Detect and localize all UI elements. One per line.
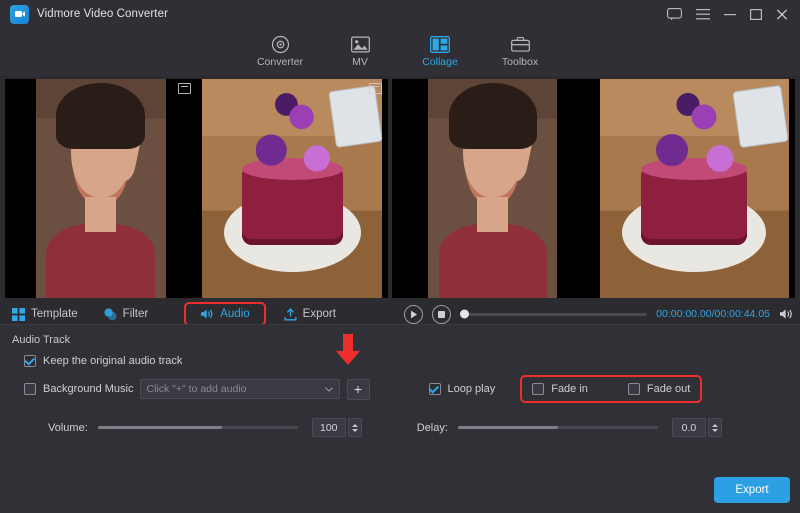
fade-in-group[interactable]: Fade in bbox=[532, 383, 588, 395]
playback-time: 00:00:00.00/00:00:44.05 bbox=[656, 308, 770, 320]
background-music-select[interactable]: Click "+" to add audio bbox=[140, 379, 340, 399]
preview-cell-1 bbox=[392, 79, 594, 298]
collage-editor-panel[interactable] bbox=[5, 79, 388, 298]
fade-options-group: Fade in Fade out bbox=[522, 377, 700, 401]
preview-letterbox-left bbox=[392, 79, 594, 298]
nav-item-mv[interactable]: MV bbox=[320, 28, 400, 76]
nav-item-converter[interactable]: Converter bbox=[240, 28, 320, 76]
nav-label-converter: Converter bbox=[257, 56, 303, 68]
export-icon bbox=[284, 308, 297, 321]
play-button[interactable] bbox=[404, 305, 423, 324]
volume-label: Volume: bbox=[48, 422, 88, 434]
volume-icon[interactable] bbox=[779, 308, 794, 320]
template-icon bbox=[12, 308, 25, 321]
fade-in-label: Fade in bbox=[551, 383, 588, 395]
maximize-icon[interactable] bbox=[750, 9, 762, 20]
collage-cell-1[interactable] bbox=[5, 79, 197, 298]
nav-label-toolbox: Toolbox bbox=[502, 56, 538, 68]
stop-button[interactable] bbox=[432, 305, 451, 324]
nav-item-toolbox[interactable]: Toolbox bbox=[480, 28, 560, 76]
loop-play-group: Loop play bbox=[429, 383, 496, 395]
cell-1-crop-icon[interactable] bbox=[178, 83, 191, 94]
app-logo-icon bbox=[10, 5, 29, 24]
mv-icon bbox=[351, 36, 370, 53]
nav-item-collage[interactable]: Collage bbox=[400, 28, 480, 76]
toolbox-icon bbox=[511, 36, 530, 53]
fade-in-checkbox[interactable] bbox=[532, 383, 544, 395]
preview-cell-2 bbox=[594, 79, 796, 298]
tab-label-template: Template bbox=[31, 308, 78, 320]
fade-out-checkbox[interactable] bbox=[628, 383, 640, 395]
background-music-checkbox[interactable] bbox=[24, 383, 36, 395]
cell-2-crop-icon[interactable] bbox=[369, 83, 382, 94]
background-music-label: Background Music bbox=[43, 383, 134, 395]
volume-value[interactable]: 100 bbox=[312, 418, 346, 437]
loop-play-checkbox[interactable] bbox=[429, 383, 441, 395]
volume-stepper[interactable] bbox=[348, 418, 362, 437]
audio-icon bbox=[200, 308, 214, 320]
tab-template[interactable]: Template bbox=[6, 305, 84, 324]
seek-knob[interactable] bbox=[460, 310, 469, 319]
tab-label-filter: Filter bbox=[123, 308, 149, 320]
minimize-icon[interactable] bbox=[724, 9, 736, 20]
delay-slider[interactable] bbox=[458, 421, 658, 435]
delay-track bbox=[458, 426, 658, 429]
cell-2-thumbnail bbox=[202, 79, 382, 298]
background-music-row: Background Music Click "+" to add audio … bbox=[24, 377, 790, 401]
tab-audio[interactable]: Audio bbox=[186, 304, 263, 324]
export-button[interactable]: Export bbox=[714, 477, 790, 503]
tab-label-export: Export bbox=[303, 308, 336, 320]
filter-icon bbox=[104, 308, 117, 321]
keep-original-row: Keep the original audio track bbox=[24, 355, 790, 367]
keep-original-checkbox[interactable] bbox=[24, 355, 36, 367]
title-bar: Vidmore Video Converter bbox=[0, 0, 800, 28]
converter-icon bbox=[271, 36, 290, 53]
loop-play-label: Loop play bbox=[448, 383, 496, 395]
delay-value[interactable]: 0.0 bbox=[672, 418, 706, 437]
fade-out-group[interactable]: Fade out bbox=[628, 383, 690, 395]
preview-thumbnail-1 bbox=[428, 79, 557, 298]
delay-label: Delay: bbox=[417, 422, 448, 434]
nav-label-mv: MV bbox=[352, 56, 368, 68]
app-title: Vidmore Video Converter bbox=[37, 8, 168, 20]
volume-track bbox=[98, 426, 298, 429]
chevron-down-icon bbox=[325, 383, 333, 395]
collage-icon bbox=[430, 36, 450, 53]
tab-label-audio: Audio bbox=[220, 308, 249, 320]
menu-icon[interactable] bbox=[696, 9, 710, 20]
nav-label-collage: Collage bbox=[422, 56, 458, 68]
fade-out-label: Fade out bbox=[647, 383, 690, 395]
delay-stepper[interactable] bbox=[708, 418, 722, 437]
volume-delay-row: Volume: 100 Delay: 0.0 bbox=[48, 418, 790, 437]
letterbox-left bbox=[5, 79, 197, 298]
keep-original-label: Keep the original audio track bbox=[43, 355, 182, 367]
main-nav: Converter MV Collage Toolbox bbox=[0, 28, 800, 76]
tab-filter[interactable]: Filter bbox=[98, 305, 155, 324]
close-icon[interactable] bbox=[776, 9, 788, 20]
preview-letterbox-right bbox=[594, 79, 796, 298]
letterbox-right bbox=[197, 79, 389, 298]
preview-thumbnail-2 bbox=[600, 79, 789, 298]
add-audio-button[interactable]: + bbox=[347, 379, 370, 400]
collage-cell-2[interactable] bbox=[197, 79, 389, 298]
playback-seek-slider[interactable] bbox=[460, 313, 647, 316]
annotation-arrow-icon bbox=[334, 334, 362, 366]
tab-export[interactable]: Export bbox=[278, 305, 342, 324]
window-controls bbox=[667, 0, 796, 28]
preview-player-panel[interactable] bbox=[392, 79, 795, 298]
background-music-select-value: Click "+" to add audio bbox=[147, 383, 247, 395]
volume-slider[interactable] bbox=[98, 421, 298, 435]
cell-1-thumbnail bbox=[36, 79, 166, 298]
audio-track-title: Audio Track bbox=[12, 334, 790, 346]
feedback-icon[interactable] bbox=[667, 8, 682, 21]
audio-settings-panel: Audio Track Keep the original audio trac… bbox=[0, 324, 800, 513]
preview-stage bbox=[0, 76, 800, 298]
